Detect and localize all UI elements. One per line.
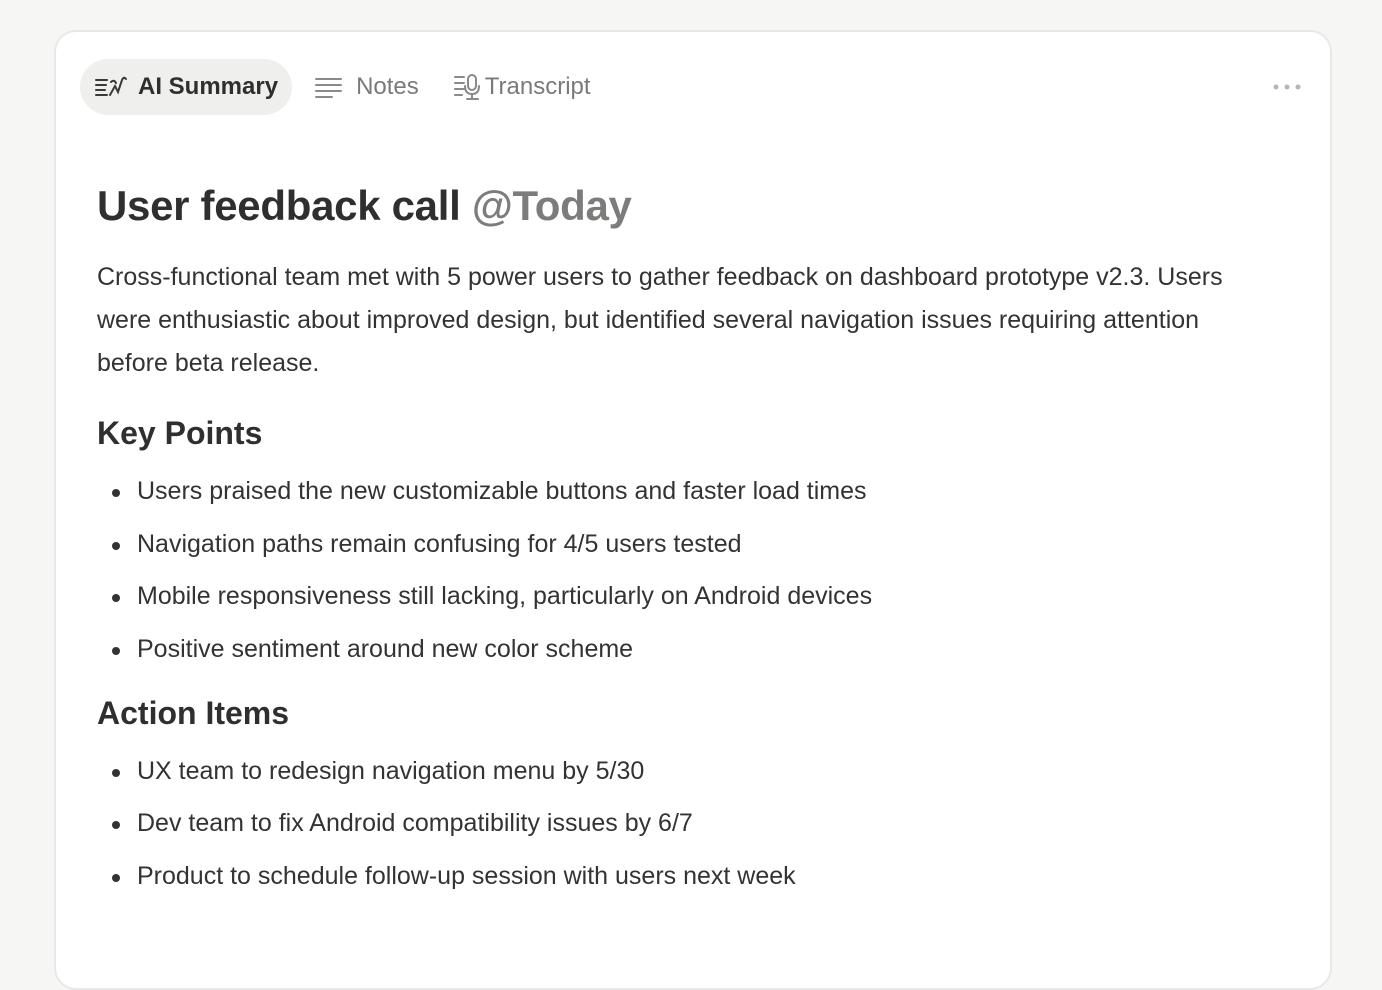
notes-icon	[312, 73, 346, 101]
list-item-text: Dev team to fix Android compatibility is…	[137, 809, 693, 837]
key-points-list: Users praised the new customizable butto…	[97, 473, 1257, 667]
page-title: User feedback call @Today	[97, 180, 1257, 232]
section-heading-key-points: Key Points	[97, 415, 263, 451]
bullet-icon	[112, 873, 120, 882]
tab-label: Transcript	[484, 73, 591, 100]
more-options-button[interactable]	[1270, 72, 1304, 102]
list-item: Navigation paths remain confusing for 4/…	[97, 526, 1257, 562]
bullet-icon	[112, 768, 120, 777]
list-item-text: UX team to redesign navigation menu by 5…	[137, 756, 645, 785]
list-item-text: Product to schedule follow-up session wi…	[137, 861, 796, 890]
tab-label: AI Summary	[138, 73, 279, 100]
summary-card: AI Summary Notes Transcript User feedbac…	[54, 30, 1332, 990]
section-heading-action-items: Action Items	[97, 694, 290, 731]
list-item-text: Positive sentiment around new color sche…	[137, 634, 634, 663]
tab-transcript[interactable]: Transcript	[439, 59, 605, 115]
more-options-icon	[1272, 78, 1302, 96]
tab-notes[interactable]: Notes	[298, 59, 433, 115]
summary-content: User feedback call @Today Cross-function…	[97, 180, 1257, 910]
action-items-list: UX team to redesign navigation menu by 5…	[97, 753, 1257, 894]
title-text: User feedback call	[97, 182, 461, 229]
list-item: Product to schedule follow-up session wi…	[97, 858, 1257, 894]
list-item: Mobile responsiveness still lacking, par…	[97, 578, 1257, 614]
bullet-icon	[112, 541, 120, 550]
bullet-icon	[112, 594, 120, 602]
bullet-icon	[112, 646, 120, 655]
list-item-text: Navigation paths remain confusing for 4/…	[137, 529, 742, 558]
summary-paragraph: Cross-functional team met with 5 power u…	[97, 263, 1223, 377]
view-tabs: AI Summary Notes Transcript	[80, 59, 611, 115]
bullet-icon	[112, 821, 120, 829]
bullet-icon	[112, 489, 120, 497]
list-item: Dev team to fix Android compatibility is…	[97, 805, 1257, 841]
tab-label: Notes	[356, 73, 419, 100]
date-mention[interactable]: @Today	[472, 182, 632, 229]
list-item: Positive sentiment around new color sche…	[97, 631, 1257, 667]
list-item: Users praised the new customizable butto…	[97, 473, 1257, 509]
list-item: UX team to redesign navigation menu by 5…	[97, 753, 1257, 789]
list-item-text: Users praised the new customizable butto…	[137, 477, 867, 505]
ai-summary-icon	[94, 73, 128, 101]
transcript-icon	[453, 73, 485, 101]
list-item-text: Mobile responsiveness still lacking, par…	[137, 582, 873, 610]
tab-ai-summary[interactable]: AI Summary	[80, 59, 293, 115]
